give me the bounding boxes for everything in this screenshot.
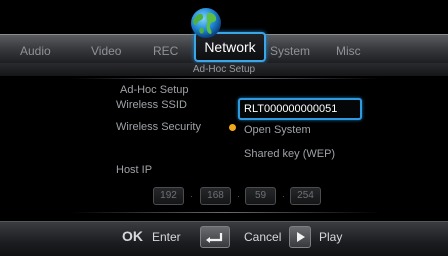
ssid-input[interactable]: RLT000000000051: [238, 98, 362, 120]
globe-icon: [191, 8, 221, 38]
ip-dot: ·: [190, 191, 193, 201]
ip-dot: ·: [237, 191, 240, 201]
ssid-label: Wireless SSID: [116, 99, 187, 111]
host-ip-octet-1[interactable]: 192: [153, 187, 184, 205]
host-ip-label: Host IP: [116, 164, 153, 176]
security-option-open[interactable]: Open System: [244, 124, 311, 137]
section-title: Ad-Hoc Setup: [120, 84, 189, 96]
ok-key: OK: [122, 228, 143, 244]
play-label: Play: [319, 230, 343, 244]
enter-key-icon: [200, 226, 230, 248]
page-subtitle: Ad-Hoc Setup: [192, 64, 256, 75]
tab-misc[interactable]: Misc: [336, 44, 361, 58]
host-ip-octet-4[interactable]: 254: [290, 187, 321, 205]
enter-label: Enter: [152, 230, 181, 244]
tab-rec[interactable]: REC: [153, 44, 178, 58]
divider-top: [70, 78, 380, 79]
cancel-label: Cancel: [244, 230, 282, 244]
host-ip-octet-2[interactable]: 168: [200, 187, 231, 205]
play-key-icon: [289, 226, 311, 248]
ip-dot: ·: [282, 191, 285, 201]
security-option-wep[interactable]: Shared key (WEP): [244, 148, 335, 161]
divider-bottom: [70, 212, 380, 213]
tab-video[interactable]: Video: [91, 44, 121, 58]
tab-audio[interactable]: Audio: [20, 44, 51, 58]
tab-system[interactable]: System: [270, 44, 310, 58]
selected-radio-icon: [229, 124, 236, 131]
security-label: Wireless Security: [116, 121, 201, 133]
host-ip-octet-3[interactable]: 59: [245, 187, 276, 205]
